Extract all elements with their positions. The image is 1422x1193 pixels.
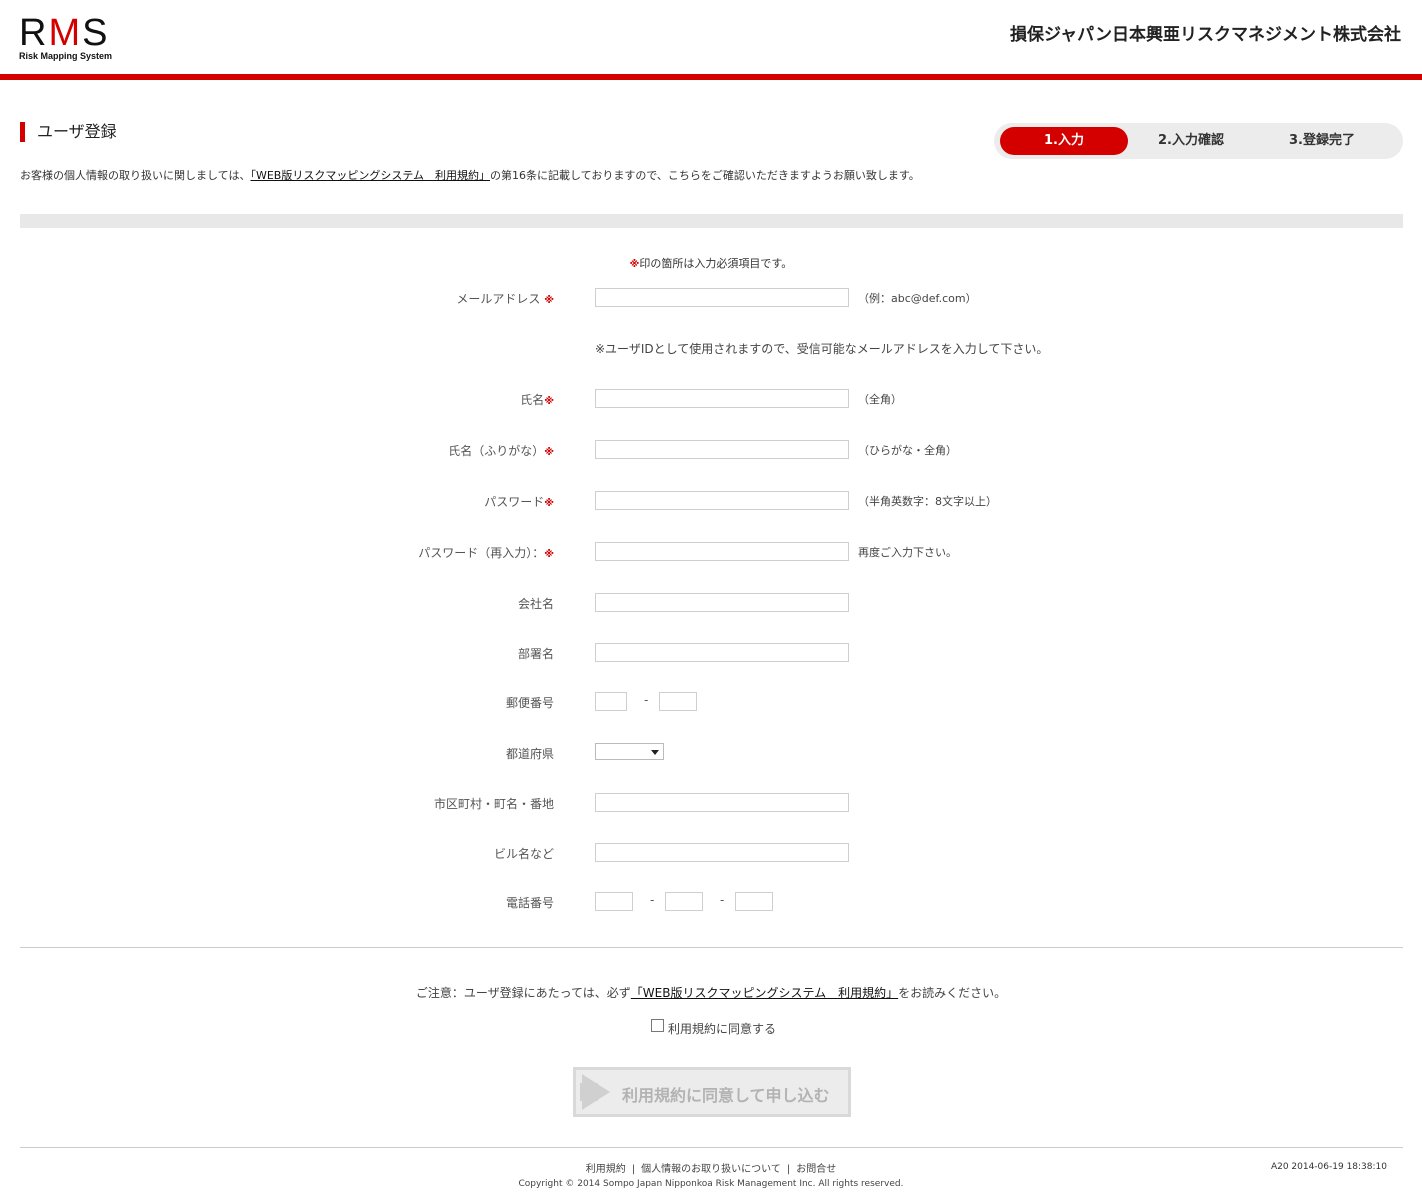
password-confirm-hint: 再度ご入力下さい。 [858,546,957,559]
department-label: 部署名 [517,647,554,661]
company-input[interactable] [595,593,849,612]
company-label: 会社名 [517,597,554,611]
footer-sep-2: | [786,1164,791,1175]
password-confirm-input[interactable] [595,542,849,561]
row-company: 会社名 [0,593,1422,615]
footer-links: 利用規約 | 個人情報のお取り扱いについて | お問合せ [0,1160,1422,1175]
notice-text-after: の第16条に記載しておりますので、こちらをご確認いただきますようお願い致します。 [490,169,920,182]
company-name: 損保ジャパン日本興亜リスクマネジメント株式会社 [1010,25,1401,45]
email-label: メールアドレス ※ [456,292,554,306]
row-phone: 電話番号 - - [0,892,1422,914]
required-note: ※印の箇所は入力必須項目です。 [0,255,1422,271]
row-kana: 氏名（ふりがな）※ （ひらがな・全角） [0,440,1422,462]
arrow-right-icon [582,1074,610,1110]
row-city: 市区町村・町名・番地 [0,793,1422,815]
password-hint: （半角英数字：8文字以上） [858,495,997,508]
footer-sep-1: | [631,1164,636,1175]
rms-logo[interactable]: RMS Risk Mapping System [19,14,129,64]
form-divider [20,947,1403,948]
prefecture-select[interactable] [595,743,664,760]
postal-dash: - [644,693,649,707]
postal-label: 郵便番号 [505,696,554,710]
email-input[interactable] [595,288,849,307]
password-input[interactable] [595,491,849,510]
footer-divider [20,1147,1403,1148]
step-input: 1.入力 [1000,127,1128,155]
row-prefecture: 都道府県 [0,743,1422,765]
row-password: パスワード※ （半角英数字：8文字以上） [0,491,1422,513]
city-label: 市区町村・町名・番地 [433,797,554,811]
section-bar [20,214,1403,228]
kana-hint: （ひらがな・全角） [858,444,957,457]
kana-label: 氏名（ふりがな）※ [448,444,554,458]
step-confirm: 2.入力確認 [1158,133,1224,148]
notice-text-before: お客様の個人情報の取り扱いに関しましては、 [20,169,251,182]
postal-code-first-input[interactable] [595,692,627,711]
progress-steps: 1.入力 2.入力確認 3.登録完了 [994,123,1403,159]
terms-link[interactable]: 「WEB版リスクマッピングシステム 利用規約」 [250,169,490,182]
agreement-text-before: ご注意：ユーザ登録にあたっては、必ず [415,986,631,1000]
agree-checkbox-label[interactable]: 利用規約に同意する [668,1020,776,1037]
department-input[interactable] [595,643,849,662]
building-label: ビル名など [493,847,554,861]
name-label: 氏名※ [520,393,554,407]
row-email: メールアドレス ※ （例：abc@def.com） [0,288,1422,310]
row-department: 部署名 [0,643,1422,665]
phone-dash-1: - [650,893,655,907]
submit-button-label: 利用規約に同意して申し込む [622,1086,830,1105]
footer-link-contact[interactable]: お問合せ [796,1164,836,1175]
name-input[interactable] [595,389,849,408]
name-hint: （全角） [858,393,902,406]
email-hint: （例：abc@def.com） [858,292,977,305]
row-building: ビル名など [0,843,1422,865]
privacy-notice: お客様の個人情報の取り扱いに関しましては、「WEB版リスクマッピングシステム 利… [20,167,920,183]
footer-link-terms[interactable]: 利用規約 [586,1164,626,1175]
phone-label: 電話番号 [505,896,554,910]
agreement-notice: ご注意：ユーザ登録にあたっては、必ず「WEB版リスクマッピングシステム 利用規約… [0,984,1422,1001]
copyright: Copyright © 2014 Sompo Japan Nipponkoa R… [518,1179,904,1189]
logo-subtitle: Risk Mapping System [19,51,113,61]
kana-input[interactable] [595,440,849,459]
row-password-confirm: パスワード（再入力）：※ 再度ご入力下さい。 [0,542,1422,564]
password-label: パスワード※ [484,495,554,509]
city-input[interactable] [595,793,849,812]
step-complete: 3.登録完了 [1289,133,1355,148]
submit-button[interactable]: 利用規約に同意して申し込む [573,1067,851,1117]
required-mark: ※ [629,259,640,270]
page-title: ユーザ登録 [20,122,117,142]
agree-checkbox[interactable] [651,1019,664,1032]
agreement-terms-link[interactable]: 「WEB版リスクマッピングシステム 利用規約」 [631,986,898,1000]
building-input[interactable] [595,843,849,862]
phone-second-input[interactable] [665,892,703,911]
password-confirm-label: パスワード（再入力）：※ [418,546,554,560]
row-name: 氏名※ （全角） [0,389,1422,411]
postal-code-second-input[interactable] [659,692,697,711]
email-subhint: ※ユーザIDとして使用されますので、受信可能なメールアドレスを入力して下さい。 [595,342,1049,356]
required-note-text: 印の箇所は入力必須項目です。 [639,257,793,270]
phone-first-input[interactable] [595,892,633,911]
version-stamp: A20 2014-06-19 18:38:10 [1270,1162,1387,1172]
prefecture-label: 都道府県 [505,747,554,761]
phone-dash-2: - [720,893,725,907]
footer-link-privacy[interactable]: 個人情報のお取り扱いについて [641,1164,781,1175]
row-postal: 郵便番号 - [0,692,1422,714]
phone-third-input[interactable] [735,892,773,911]
site-header: RMS Risk Mapping System 損保ジャパン日本興亜リスクマネジ… [0,0,1422,80]
logo-mark: RMS [19,12,110,54]
agreement-text-after: をお読みください。 [898,986,1007,1000]
chevron-down-icon [651,750,659,755]
